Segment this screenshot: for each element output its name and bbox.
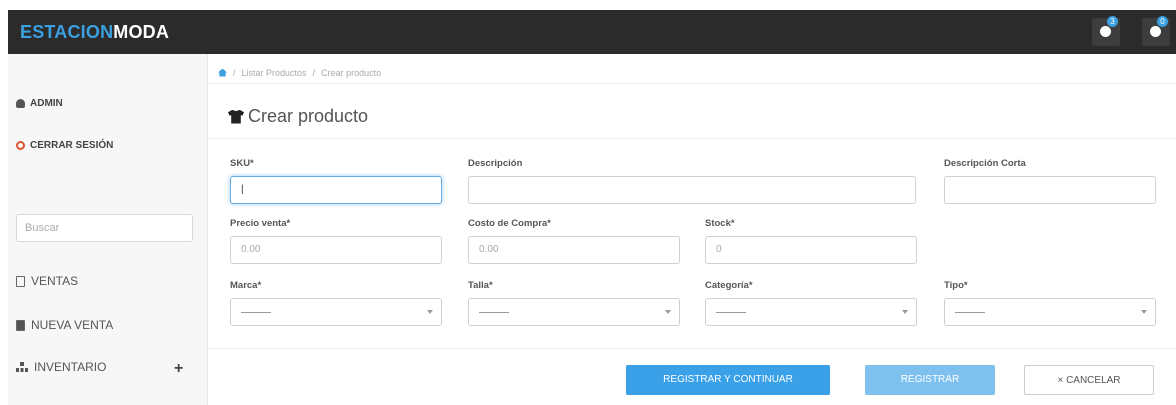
chevron-down-icon <box>1141 310 1147 314</box>
tipo-label: Tipo* <box>944 280 968 291</box>
cancel-button[interactable]: × CANCELAR <box>1024 365 1154 395</box>
register-button[interactable]: REGISTRAR <box>865 365 995 395</box>
page-title-text: Crear producto <box>248 106 369 126</box>
sidebar-item-nueva-venta[interactable]: NUEVA VENTA <box>16 318 113 332</box>
sku-input[interactable]: | <box>230 176 442 204</box>
select-placeholder-dash <box>716 312 746 313</box>
sitemap-icon <box>16 362 28 372</box>
descripcion-input[interactable] <box>468 176 916 204</box>
top-navbar: ESTACIONMODA 3 0 <box>8 10 1176 54</box>
descripcion-corta-input[interactable] <box>944 176 1156 204</box>
search-input[interactable]: Buscar <box>16 214 193 242</box>
stock-label: Stock* <box>705 218 735 229</box>
chevron-down-icon <box>665 310 671 314</box>
descripcion-corta-label: Descripción Corta <box>944 158 1026 169</box>
user-icon <box>16 99 25 108</box>
chevron-down-icon <box>902 310 908 314</box>
expand-plus-icon[interactable]: + <box>174 360 183 378</box>
divider <box>208 138 1176 139</box>
brand-part-2: MODA <box>113 22 170 42</box>
tipo-select[interactable] <box>944 298 1156 326</box>
brand-logo[interactable]: ESTACIONMODA <box>20 22 169 43</box>
precio-venta-input[interactable]: 0.00 <box>230 236 442 264</box>
sidebar-item-label: VENTAS <box>31 274 79 288</box>
costo-compra-label: Costo de Compra* <box>468 218 551 229</box>
divider <box>208 348 1176 349</box>
sku-label: SKU* <box>230 158 254 169</box>
notification-badge: 0 <box>1157 16 1168 27</box>
talla-label: Talla* <box>468 280 493 291</box>
shirt-icon <box>228 109 244 124</box>
select-placeholder-dash <box>479 312 509 313</box>
sidebar-item-label: INVENTARIO <box>34 360 107 374</box>
page-title: Crear producto <box>228 106 368 127</box>
breadcrumb-current: Crear producto <box>321 67 382 78</box>
bell-button[interactable]: 0 <box>1142 16 1170 46</box>
sidebar-admin-link[interactable]: ADMIN <box>16 98 63 109</box>
admin-label: ADMIN <box>30 98 63 109</box>
settings-button[interactable]: 3 <box>1092 16 1120 46</box>
select-placeholder-dash <box>955 312 985 313</box>
categoria-label: Categoría* <box>705 280 753 291</box>
register-continue-button[interactable]: REGISTRAR Y CONTINUAR <box>626 365 830 395</box>
settings-icon <box>1100 26 1111 37</box>
breadcrumb: / Listar Productos / Crear producto <box>208 62 1176 84</box>
sidebar-logout-link[interactable]: CERRAR SESIÓN <box>16 140 113 151</box>
breadcrumb-list-products[interactable]: Listar Productos <box>242 68 307 78</box>
costo-compra-input[interactable]: 0.00 <box>468 236 680 264</box>
marca-select[interactable] <box>230 298 442 326</box>
file-filled-icon <box>16 319 25 331</box>
notification-badge: 3 <box>1107 16 1118 27</box>
bell-icon <box>1150 26 1161 37</box>
logout-label: CERRAR SESIÓN <box>30 140 114 151</box>
sidebar-item-ventas[interactable]: VENTAS <box>16 274 78 288</box>
sidebar-item-inventario[interactable]: INVENTARIO <box>16 360 106 374</box>
brand-part-1: ESTACION <box>20 22 114 42</box>
file-icon <box>16 275 25 287</box>
power-icon <box>16 141 25 150</box>
home-icon[interactable] <box>218 68 227 77</box>
select-placeholder-dash <box>241 312 271 313</box>
talla-select[interactable] <box>468 298 680 326</box>
main-content: / Listar Productos / Crear producto Crea… <box>208 54 1176 405</box>
stock-input[interactable]: 0 <box>705 236 917 264</box>
chevron-down-icon <box>427 310 433 314</box>
marca-label: Marca* <box>230 280 262 291</box>
sidebar: ADMIN CERRAR SESIÓN Buscar VENTAS NUEVA … <box>8 54 208 405</box>
precio-venta-label: Precio venta* <box>230 218 291 229</box>
sidebar-item-label: NUEVA VENTA <box>31 318 114 332</box>
categoria-select[interactable] <box>705 298 917 326</box>
descripcion-label: Descripción <box>468 158 523 169</box>
